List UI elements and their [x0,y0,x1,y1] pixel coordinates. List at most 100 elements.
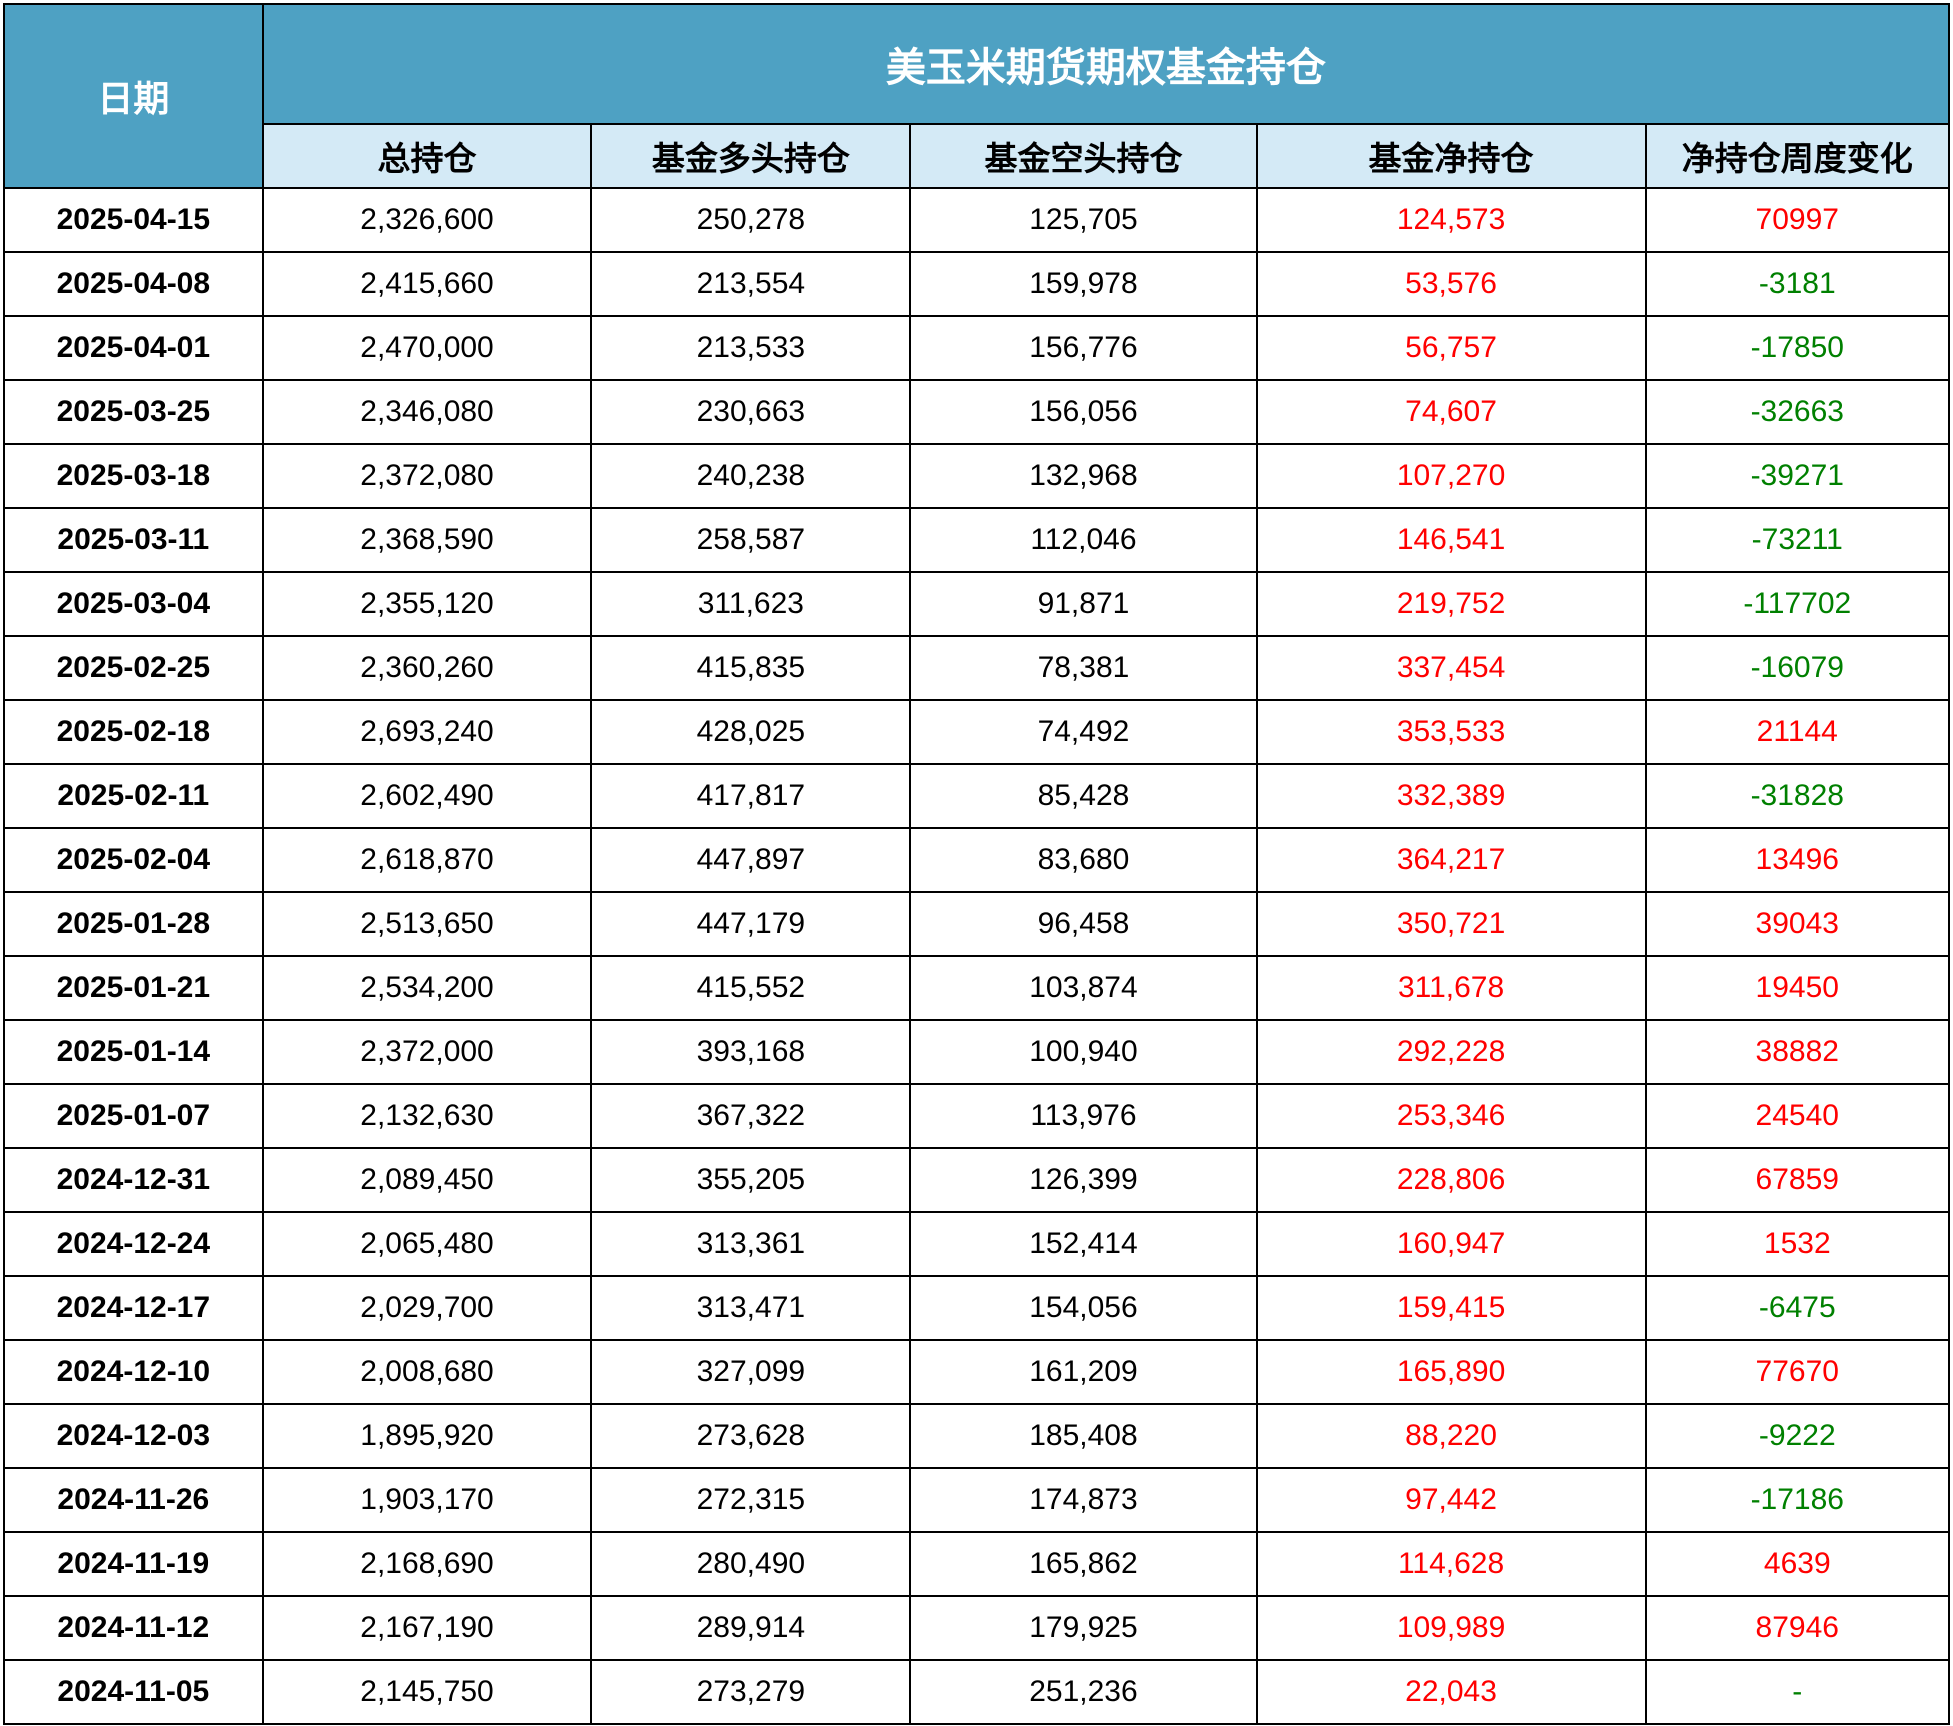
column-header-total-positions: 总持仓 [261,123,593,189]
subheader-row: 总持仓 基金多头持仓 基金空头持仓 基金净持仓 净持仓周度变化 [4,123,1951,189]
weekly-change-cell: 21144 [1644,699,1951,765]
date-cell: 2024-12-03 [3,1403,264,1469]
date-cell: 2025-01-28 [3,891,264,957]
date-cell: 2024-11-26 [3,1467,264,1533]
weekly-change-cell: -3181 [1644,251,1951,317]
total-position-cell: 2,355,120 [261,571,593,637]
weekly-change-cell: 13496 [1644,827,1951,893]
total-position-cell: 2,513,650 [261,891,593,957]
table-row: 2024-11-12 2,167,190 289,914 179,925 109… [3,1595,1951,1661]
total-position-cell: 2,534,200 [261,955,593,1021]
net-position-cell: 160,947 [1255,1211,1647,1277]
total-position-cell: 2,368,590 [261,507,593,573]
short-position-cell: 83,680 [909,827,1258,893]
total-position-cell: 2,346,080 [261,379,593,445]
short-position-cell: 100,940 [909,1019,1258,1085]
total-position-cell: 1,895,920 [261,1403,593,1469]
table-row: 2025-04-08 2,415,660 213,554 159,978 53,… [3,251,1951,317]
table-row: 2025-02-18 2,693,240 428,025 74,492 353,… [3,699,1951,765]
net-position-cell: 53,576 [1255,251,1647,317]
total-position-cell: 2,693,240 [261,699,593,765]
table-row: 2025-03-25 2,346,080 230,663 156,056 74,… [3,379,1951,445]
short-position-cell: 156,776 [909,315,1258,381]
short-position-cell: 251,236 [909,1659,1258,1725]
table-row: 2025-01-14 2,372,000 393,168 100,940 292… [3,1019,1951,1085]
net-position-cell: 292,228 [1255,1019,1647,1085]
long-position-cell: 273,628 [590,1403,912,1469]
long-position-cell: 428,025 [590,699,912,765]
net-position-cell: 253,346 [1255,1083,1647,1149]
weekly-change-cell: -32663 [1644,379,1951,445]
date-cell: 2024-12-10 [3,1339,264,1405]
table-row: 2025-02-04 2,618,870 447,897 83,680 364,… [3,827,1951,893]
short-position-cell: 78,381 [909,635,1258,701]
long-position-cell: 250,278 [590,187,912,253]
short-position-cell: 161,209 [909,1339,1258,1405]
table-row: 2024-11-19 2,168,690 280,490 165,862 114… [3,1531,1951,1597]
table-row: 2025-03-18 2,372,080 240,238 132,968 107… [3,443,1951,509]
date-cell: 2025-04-01 [3,315,264,381]
total-position-cell: 2,089,450 [261,1147,593,1213]
weekly-change-cell: -9222 [1644,1403,1951,1469]
table-row: 2024-12-17 2,029,700 313,471 154,056 159… [3,1275,1951,1341]
net-position-cell: 350,721 [1255,891,1647,957]
date-cell: 2024-12-24 [3,1211,264,1277]
total-position-cell: 2,008,680 [261,1339,593,1405]
short-position-cell: 159,978 [909,251,1258,317]
weekly-change-cell: 87946 [1644,1595,1951,1661]
net-position-cell: 332,389 [1255,763,1647,829]
table-row: 2025-02-11 2,602,490 417,817 85,428 332,… [3,763,1951,829]
long-position-cell: 273,279 [590,1659,912,1725]
net-position-cell: 88,220 [1255,1403,1647,1469]
column-header-fund-short-positions: 基金空头持仓 [909,123,1258,189]
long-position-cell: 280,490 [590,1531,912,1597]
weekly-change-cell: -117702 [1644,571,1951,637]
short-position-cell: 179,925 [909,1595,1258,1661]
net-position-cell: 219,752 [1255,571,1647,637]
table-row: 2024-11-26 1,903,170 272,315 174,873 97,… [3,1467,1951,1533]
short-position-cell: 85,428 [909,763,1258,829]
total-position-cell: 2,372,000 [261,1019,593,1085]
total-position-cell: 2,167,190 [261,1595,593,1661]
weekly-change-cell: -17850 [1644,315,1951,381]
short-position-cell: 132,968 [909,443,1258,509]
long-position-cell: 258,587 [590,507,912,573]
table-row: 2024-12-31 2,089,450 355,205 126,399 228… [3,1147,1951,1213]
long-position-cell: 311,623 [590,571,912,637]
table-row: 2025-04-01 2,470,000 213,533 156,776 56,… [3,315,1951,381]
total-position-cell: 2,326,600 [261,187,593,253]
short-position-cell: 103,874 [909,955,1258,1021]
short-position-cell: 156,056 [909,379,1258,445]
table-row: 2025-01-21 2,534,200 415,552 103,874 311… [3,955,1951,1021]
table-body: 2025-04-15 2,326,600 250,278 125,705 124… [3,187,1951,1725]
long-position-cell: 447,179 [590,891,912,957]
short-position-cell: 96,458 [909,891,1258,957]
total-position-cell: 2,602,490 [261,763,593,829]
total-position-cell: 2,065,480 [261,1211,593,1277]
short-position-cell: 165,862 [909,1531,1258,1597]
weekly-change-cell: -16079 [1644,635,1951,701]
date-column-header: 日期 [3,3,264,189]
total-position-cell: 2,132,630 [261,1083,593,1149]
short-position-cell: 113,976 [909,1083,1258,1149]
date-cell: 2025-04-08 [3,251,264,317]
date-cell: 2024-11-19 [3,1531,264,1597]
long-position-cell: 355,205 [590,1147,912,1213]
date-cell: 2025-02-04 [3,827,264,893]
long-position-cell: 213,533 [590,315,912,381]
date-cell: 2025-03-11 [3,507,264,573]
weekly-change-cell: 19450 [1644,955,1951,1021]
date-cell: 2025-03-25 [3,379,264,445]
total-position-cell: 2,415,660 [261,251,593,317]
weekly-change-cell: -6475 [1644,1275,1951,1341]
date-cell: 2025-02-18 [3,699,264,765]
net-position-cell: 97,442 [1255,1467,1647,1533]
total-position-cell: 2,372,080 [261,443,593,509]
long-position-cell: 213,554 [590,251,912,317]
net-position-cell: 228,806 [1255,1147,1647,1213]
weekly-change-cell: 77670 [1644,1339,1951,1405]
long-position-cell: 272,315 [590,1467,912,1533]
table-row: 2025-04-15 2,326,600 250,278 125,705 124… [3,187,1951,253]
date-cell: 2025-02-25 [3,635,264,701]
net-position-cell: 337,454 [1255,635,1647,701]
